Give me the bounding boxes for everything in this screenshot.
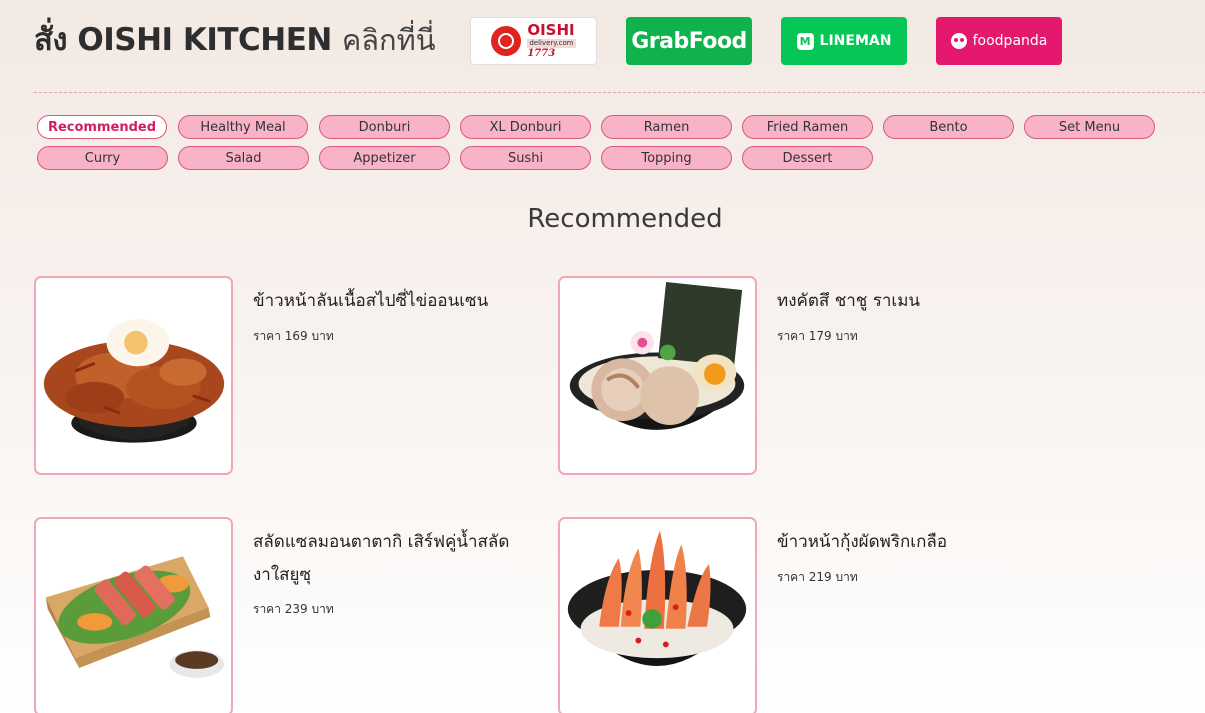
menu-item-image-shrimp-donburi[interactable]	[558, 517, 757, 713]
oishi-delivery-logo-icon: OISHI delivery.com 1773	[491, 21, 576, 59]
category-healthy-meal[interactable]: Healthy Meal	[178, 115, 308, 139]
category-xl-donburi[interactable]: XL Donburi	[460, 115, 591, 139]
foodpanda-logo-text: foodpanda	[972, 33, 1048, 49]
category-donburi[interactable]: Donburi	[319, 115, 450, 139]
category-sushi[interactable]: Sushi	[460, 146, 591, 170]
menu-item-image-ramen[interactable]	[558, 276, 757, 475]
order-headline: สั่ง OISHI KITCHEN คลิกที่นี่	[34, 14, 436, 64]
category-appetizer[interactable]: Appetizer	[319, 146, 450, 170]
category-bento[interactable]: Bento	[883, 115, 1014, 139]
oishi-logo-text: OISHI	[527, 21, 575, 39]
lineman-button[interactable]: M LINEMAN	[781, 17, 907, 65]
menu-item-name: ทงคัตสึ ชาชู ราเมน	[777, 291, 921, 311]
shrimp-donburi-icon	[567, 530, 747, 666]
category-set-menu[interactable]: Set Menu	[1024, 115, 1155, 139]
page: สั่ง OISHI KITCHEN คลิกที่นี่ OISHI deli…	[0, 0, 1205, 713]
oishi-logo-sub: delivery.com	[527, 39, 576, 48]
menu-item-price: ราคา 219 บาท	[777, 570, 858, 584]
headline-brand: สั่ง OISHI KITCHEN	[34, 22, 332, 58]
foodpanda-button[interactable]: foodpanda	[936, 17, 1062, 65]
menu-item-price: ราคา 179 บาท	[777, 329, 858, 343]
grabfood-button[interactable]: GrabFood	[626, 17, 752, 65]
order-banner: สั่ง OISHI KITCHEN คลิกที่นี่ OISHI deli…	[0, 0, 1205, 92]
ramen-bowl-icon	[569, 282, 745, 430]
category-salad[interactable]: Salad	[178, 146, 309, 170]
spicy-beef-donburi-icon	[43, 319, 225, 443]
menu-item-name: ข้าวหน้ากุ้งผัดพริกเกลือ	[777, 532, 948, 552]
menu-item-image-salmon-salad[interactable]	[34, 517, 233, 713]
menu-item-price: ราคา 169 บาท	[253, 329, 334, 343]
menu-item-name: ข้าวหน้าลันเนื้อสไปซี่ไข่ออนเซน	[253, 291, 489, 311]
header-divider	[34, 92, 1205, 93]
menu-item-name: สลัดแซลมอนตาตากิ เสิร์ฟคู่น้ำสลัดงาใสยูซ…	[253, 532, 510, 585]
grabfood-logo-text: GrabFood	[631, 28, 747, 54]
headline-click-here: คลิกที่นี่	[341, 23, 436, 57]
section-title: Recommended	[527, 204, 723, 234]
menu-item-image-beef-onsen[interactable]	[34, 276, 233, 475]
oishi-delivery-button[interactable]: OISHI delivery.com 1773	[470, 17, 597, 65]
category-fried-ramen[interactable]: Fried Ramen	[742, 115, 873, 139]
menu-item-price: ราคา 239 บาท	[253, 602, 334, 616]
lineman-logo-icon: M	[796, 32, 814, 50]
foodpanda-logo-icon	[950, 33, 967, 49]
category-recommended[interactable]: Recommended	[37, 115, 167, 139]
oishi-mark-icon	[491, 26, 522, 56]
category-dessert[interactable]: Dessert	[742, 146, 873, 170]
lineman-logo-text: LINEMAN	[819, 33, 892, 49]
category-ramen[interactable]: Ramen	[601, 115, 732, 139]
oishi-logo-number: 1773	[527, 48, 556, 59]
category-curry[interactable]: Curry	[37, 146, 168, 170]
salmon-salad-box-icon	[45, 556, 225, 678]
category-topping[interactable]: Topping	[601, 146, 732, 170]
